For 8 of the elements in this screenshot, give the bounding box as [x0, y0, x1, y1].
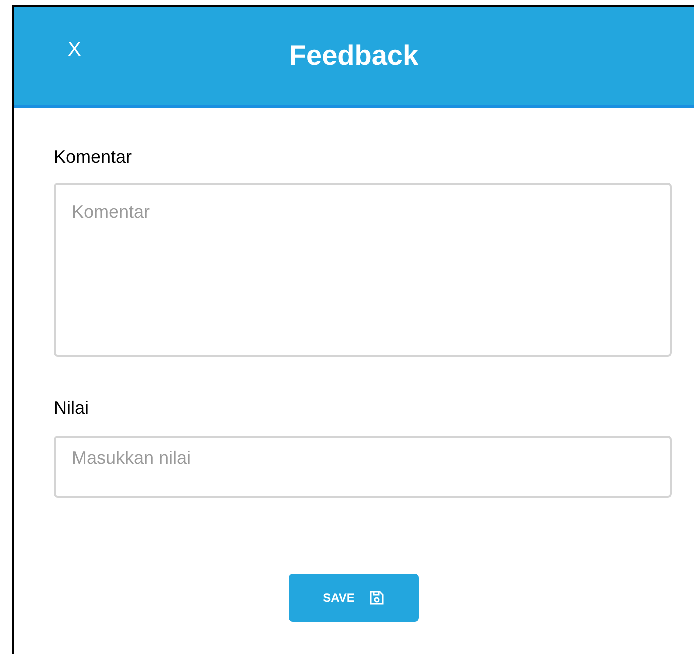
field-label: Nilai — [54, 397, 90, 420]
dialog-title: Feedback — [289, 39, 419, 73]
close-button[interactable]: X — [64, 35, 86, 65]
field-label: Komentar — [54, 146, 134, 169]
save-button[interactable]: SAVE — [289, 574, 419, 622]
input-field[interactable]: Masukkan nilai — [54, 436, 672, 498]
comment-field[interactable]: Komentar — [54, 183, 672, 357]
save-icon — [368, 590, 385, 606]
